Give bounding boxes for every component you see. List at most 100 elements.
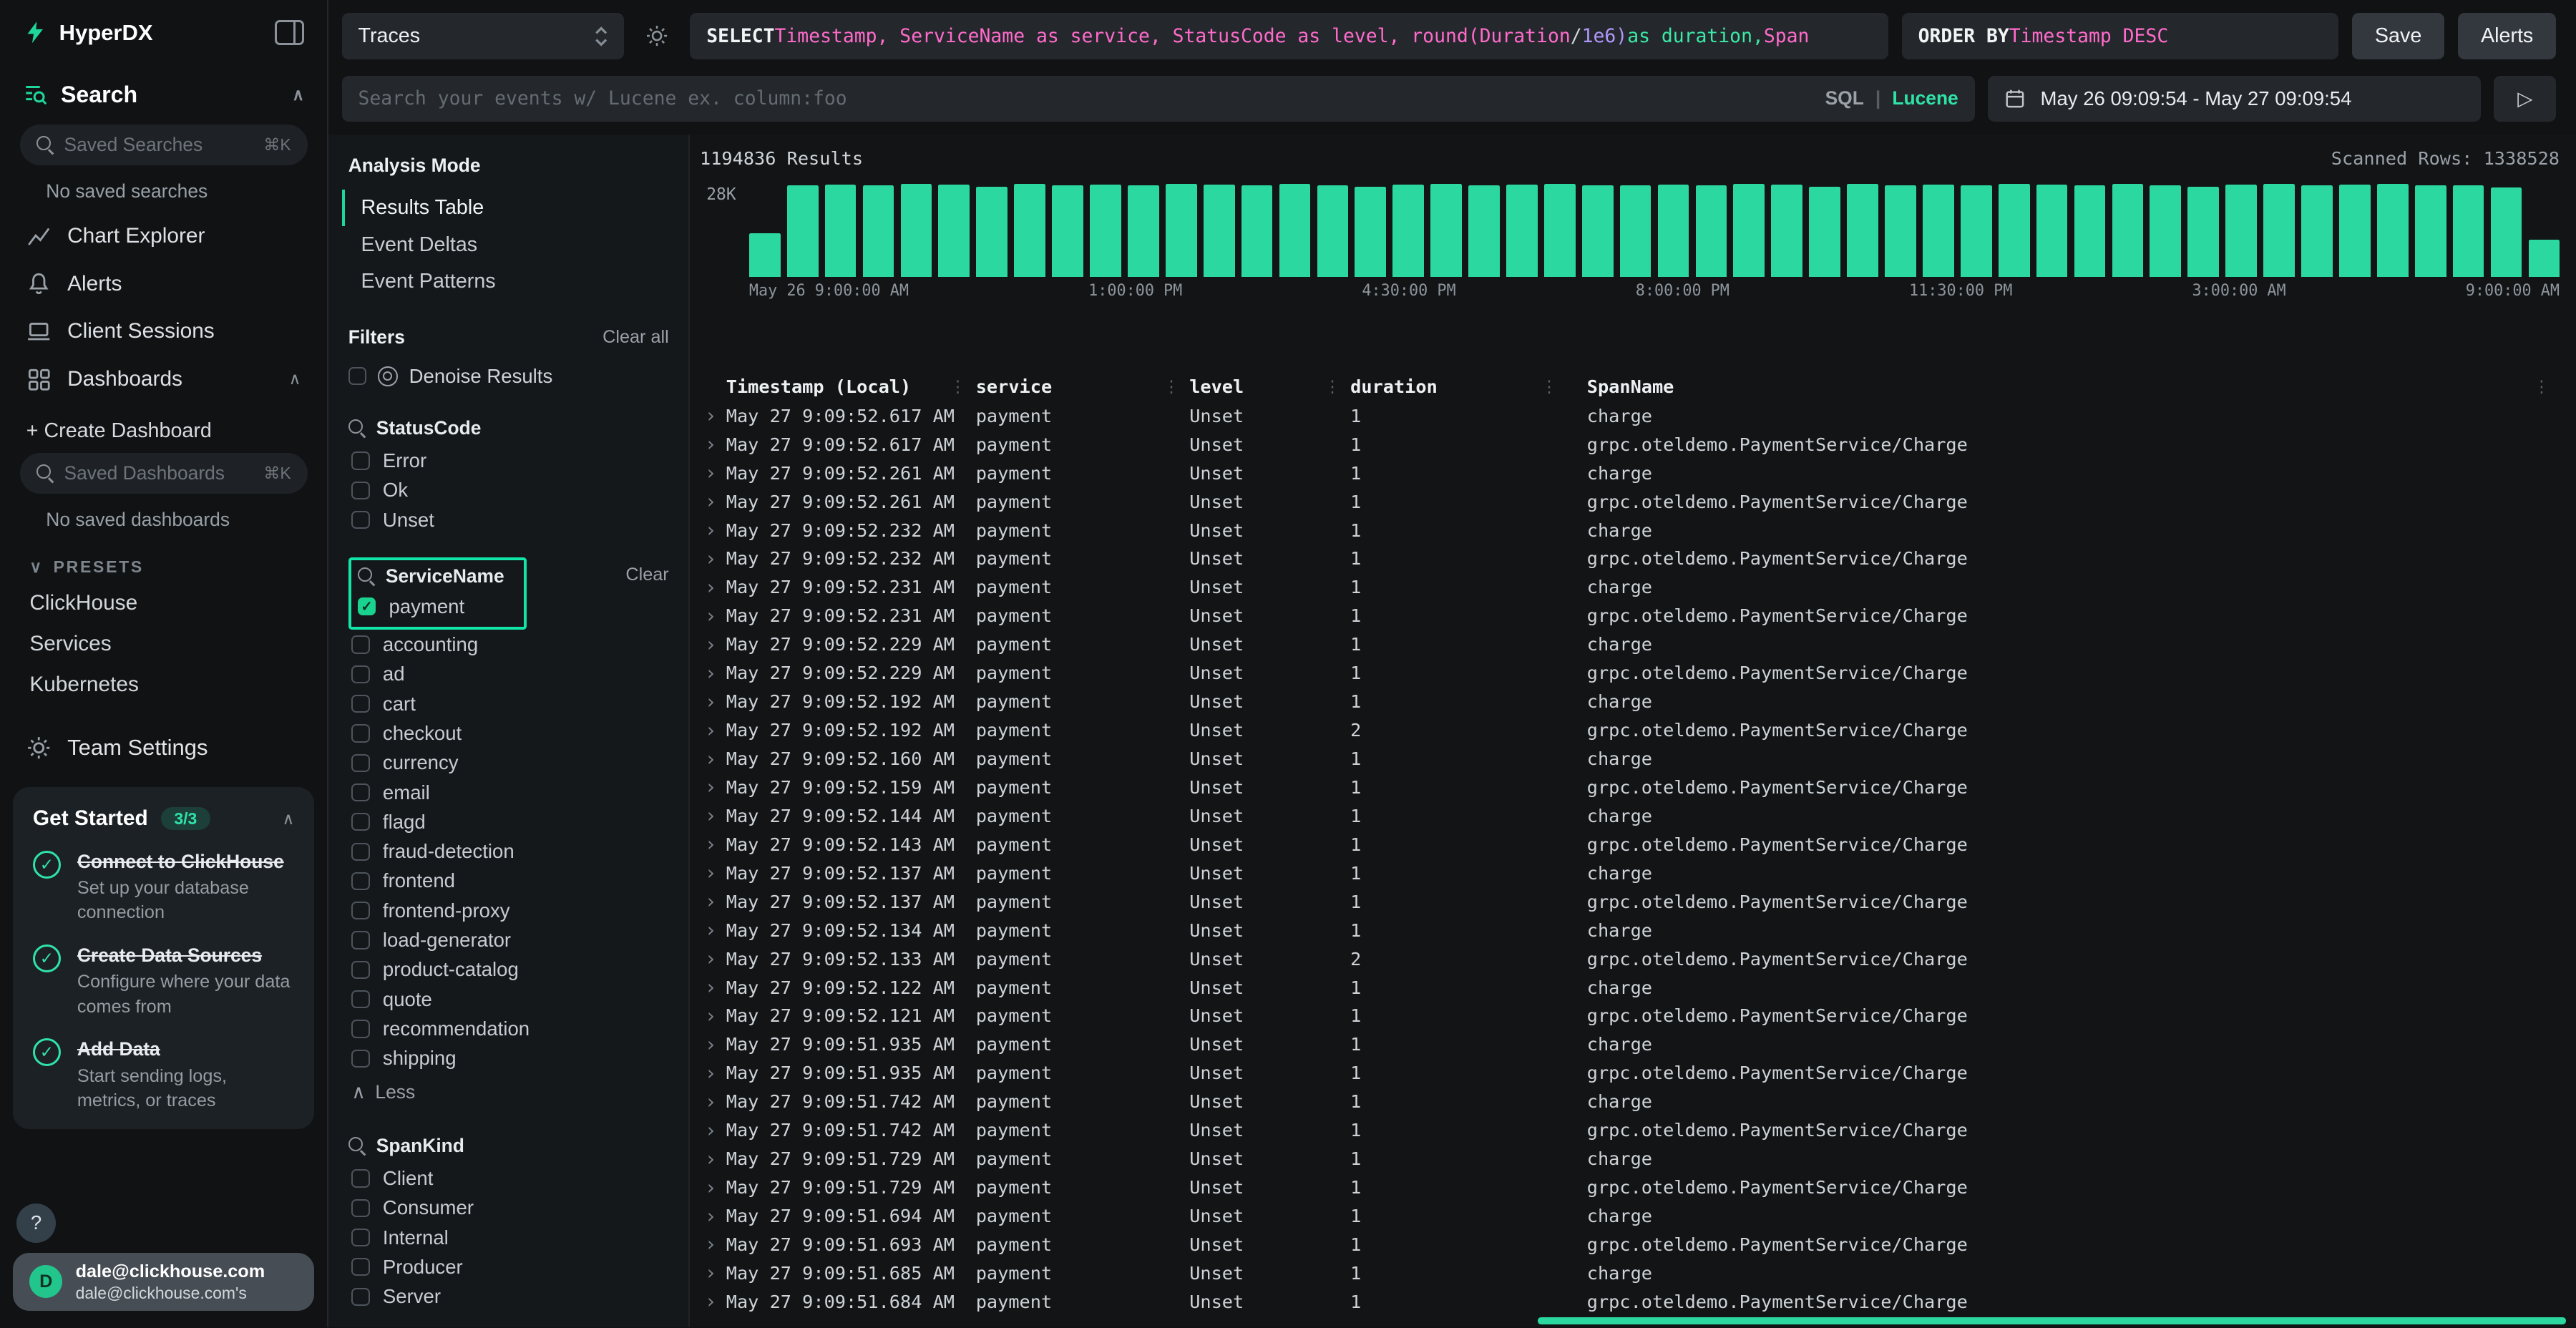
filter-option[interactable]: quote — [328, 985, 688, 1014]
histogram-bar[interactable] — [1885, 185, 1916, 277]
filter-option[interactable]: Client — [328, 1163, 688, 1193]
histogram-bar[interactable] — [1241, 185, 1273, 277]
expand-row-icon[interactable]: › — [700, 1062, 726, 1085]
histogram-bar[interactable] — [1052, 185, 1083, 277]
histogram-bar[interactable] — [863, 185, 894, 277]
checkbox-icon[interactable] — [351, 635, 369, 653]
table-row[interactable]: ›May 27 9:09:51.684 AMpaymentUnset1grpc.… — [700, 1287, 2560, 1316]
column-divider-icon[interactable]: ⋮ — [1324, 378, 1340, 396]
filter-option[interactable]: email — [328, 778, 688, 807]
histogram-bar[interactable] — [938, 185, 970, 277]
expand-row-icon[interactable]: › — [700, 1233, 726, 1256]
histogram-bar[interactable] — [1544, 184, 1576, 277]
table-row[interactable]: ›May 27 9:09:52.134 AMpaymentUnset1charg… — [700, 916, 2560, 944]
alerts-button[interactable]: Alerts — [2458, 13, 2557, 59]
sidebar-item-client-sessions[interactable]: Client Sessions — [0, 308, 327, 356]
filter-option[interactable]: fraud-detection — [328, 837, 688, 866]
checkbox-checked-icon[interactable]: ✓ — [358, 597, 376, 615]
histogram-bar[interactable] — [2074, 185, 2106, 277]
filter-option[interactable]: checkout — [328, 718, 688, 748]
table-row[interactable]: ›May 27 9:09:52.229 AMpaymentUnset1grpc.… — [700, 659, 2560, 688]
expand-row-icon[interactable]: › — [700, 433, 726, 456]
clear-all-button[interactable]: Clear all — [602, 327, 669, 348]
histogram-bar[interactable] — [2377, 184, 2409, 277]
histogram-bar[interactable] — [1696, 185, 1727, 277]
table-row[interactable]: ›May 27 9:09:52.231 AMpaymentUnset1grpc.… — [700, 602, 2560, 630]
filter-option[interactable]: Unset — [328, 505, 688, 534]
expand-row-icon[interactable]: › — [700, 605, 726, 628]
expand-row-icon[interactable]: › — [700, 1148, 726, 1171]
sidebar-item-clickhouse[interactable]: ClickHouse — [0, 583, 327, 624]
histogram-bar[interactable] — [2150, 185, 2181, 277]
histogram-bar[interactable] — [1771, 185, 1802, 277]
filter-option[interactable]: Producer — [328, 1252, 688, 1281]
query-settings-button[interactable] — [638, 16, 677, 56]
expand-row-icon[interactable]: › — [700, 404, 726, 427]
mode-results-table[interactable]: Results Table — [342, 190, 689, 226]
expand-row-icon[interactable]: › — [700, 1090, 726, 1113]
filter-option[interactable]: Error — [328, 446, 688, 475]
expand-row-icon[interactable]: › — [700, 1176, 726, 1199]
expand-row-icon[interactable]: › — [700, 547, 726, 570]
histogram-bar[interactable] — [2301, 185, 2333, 277]
histogram-bar[interactable] — [825, 185, 857, 277]
checkbox-icon[interactable] — [351, 451, 369, 469]
filter-option[interactable]: shipping — [328, 1044, 688, 1073]
filter-option[interactable]: frontend-proxy — [328, 896, 688, 925]
filter-option[interactable]: ad — [328, 660, 688, 689]
table-row[interactable]: ›May 27 9:09:52.121 AMpaymentUnset1grpc.… — [700, 1002, 2560, 1030]
histogram-bar[interactable] — [1961, 185, 1992, 277]
checkbox-icon[interactable] — [351, 813, 369, 831]
facet-statuscode-header[interactable]: StatusCode — [328, 417, 688, 446]
table-row[interactable]: ›May 27 9:09:51.685 AMpaymentUnset1charg… — [700, 1259, 2560, 1287]
column-divider-icon[interactable]: ⋮ — [1163, 378, 1179, 396]
histogram-bar[interactable] — [749, 233, 781, 277]
table-row[interactable]: ›May 27 9:09:52.192 AMpaymentUnset1charg… — [700, 688, 2560, 716]
filter-option[interactable]: cart — [328, 689, 688, 718]
expand-row-icon[interactable]: › — [700, 519, 726, 542]
expand-row-icon[interactable]: › — [700, 833, 726, 856]
histogram-bar[interactable] — [2225, 185, 2257, 277]
checkbox-icon[interactable] — [351, 843, 369, 861]
table-row[interactable]: ›May 27 9:09:51.729 AMpaymentUnset1grpc.… — [700, 1173, 2560, 1202]
expand-row-icon[interactable]: › — [700, 947, 726, 970]
histogram-bar[interactable] — [1733, 184, 1765, 277]
histogram-bar[interactable] — [1658, 185, 1689, 277]
histogram-bar[interactable] — [2415, 185, 2446, 277]
histogram-bar[interactable] — [2112, 184, 2144, 277]
run-query-button[interactable]: ▷ — [2494, 76, 2556, 122]
expand-row-icon[interactable]: › — [700, 748, 726, 771]
histogram-bar[interactable] — [2491, 187, 2522, 277]
checkbox-icon[interactable] — [351, 990, 369, 1008]
sql-toggle[interactable]: SQL — [1825, 87, 1864, 109]
histogram-bar[interactable] — [1923, 185, 1954, 277]
histogram-bar[interactable] — [1468, 185, 1500, 277]
expand-row-icon[interactable]: › — [700, 804, 726, 827]
checkbox-icon[interactable] — [351, 902, 369, 919]
checkbox-icon[interactable] — [351, 511, 369, 529]
histogram-bar[interactable] — [1620, 185, 1652, 277]
expand-row-icon[interactable]: › — [700, 1205, 726, 1228]
filter-option[interactable]: recommendation — [328, 1014, 688, 1043]
table-row[interactable]: ›May 27 9:09:52.617 AMpaymentUnset1charg… — [700, 401, 2560, 430]
expand-row-icon[interactable]: › — [700, 776, 726, 799]
histogram-bar[interactable] — [1809, 187, 1840, 277]
column-header-duration[interactable]: duration⋮ — [1350, 376, 1567, 397]
checkbox-icon[interactable] — [351, 783, 369, 801]
histogram-bar[interactable] — [1392, 185, 1424, 277]
filter-option[interactable]: Server — [328, 1282, 688, 1312]
checkbox-icon[interactable] — [351, 695, 369, 713]
expand-row-icon[interactable]: › — [700, 1261, 726, 1284]
expand-row-icon[interactable]: › — [700, 861, 726, 884]
table-row[interactable]: ›May 27 9:09:51.729 AMpaymentUnset1charg… — [700, 1145, 2560, 1173]
column-divider-icon[interactable]: ⋮ — [1541, 378, 1558, 396]
checkbox-icon[interactable] — [351, 931, 369, 949]
sidebar-item-kubernetes[interactable]: Kubernetes — [0, 665, 327, 706]
histogram-bar[interactable] — [2187, 187, 2219, 277]
expand-row-icon[interactable]: › — [700, 576, 726, 599]
sql-select-editor[interactable]: SELECT Timestamp, ServiceName as service… — [690, 13, 1888, 59]
table-row[interactable]: ›May 27 9:09:52.617 AMpaymentUnset1grpc.… — [700, 430, 2560, 459]
histogram-bar[interactable] — [2453, 185, 2484, 277]
expand-row-icon[interactable]: › — [700, 662, 726, 685]
histogram-bar[interactable] — [2263, 184, 2295, 277]
